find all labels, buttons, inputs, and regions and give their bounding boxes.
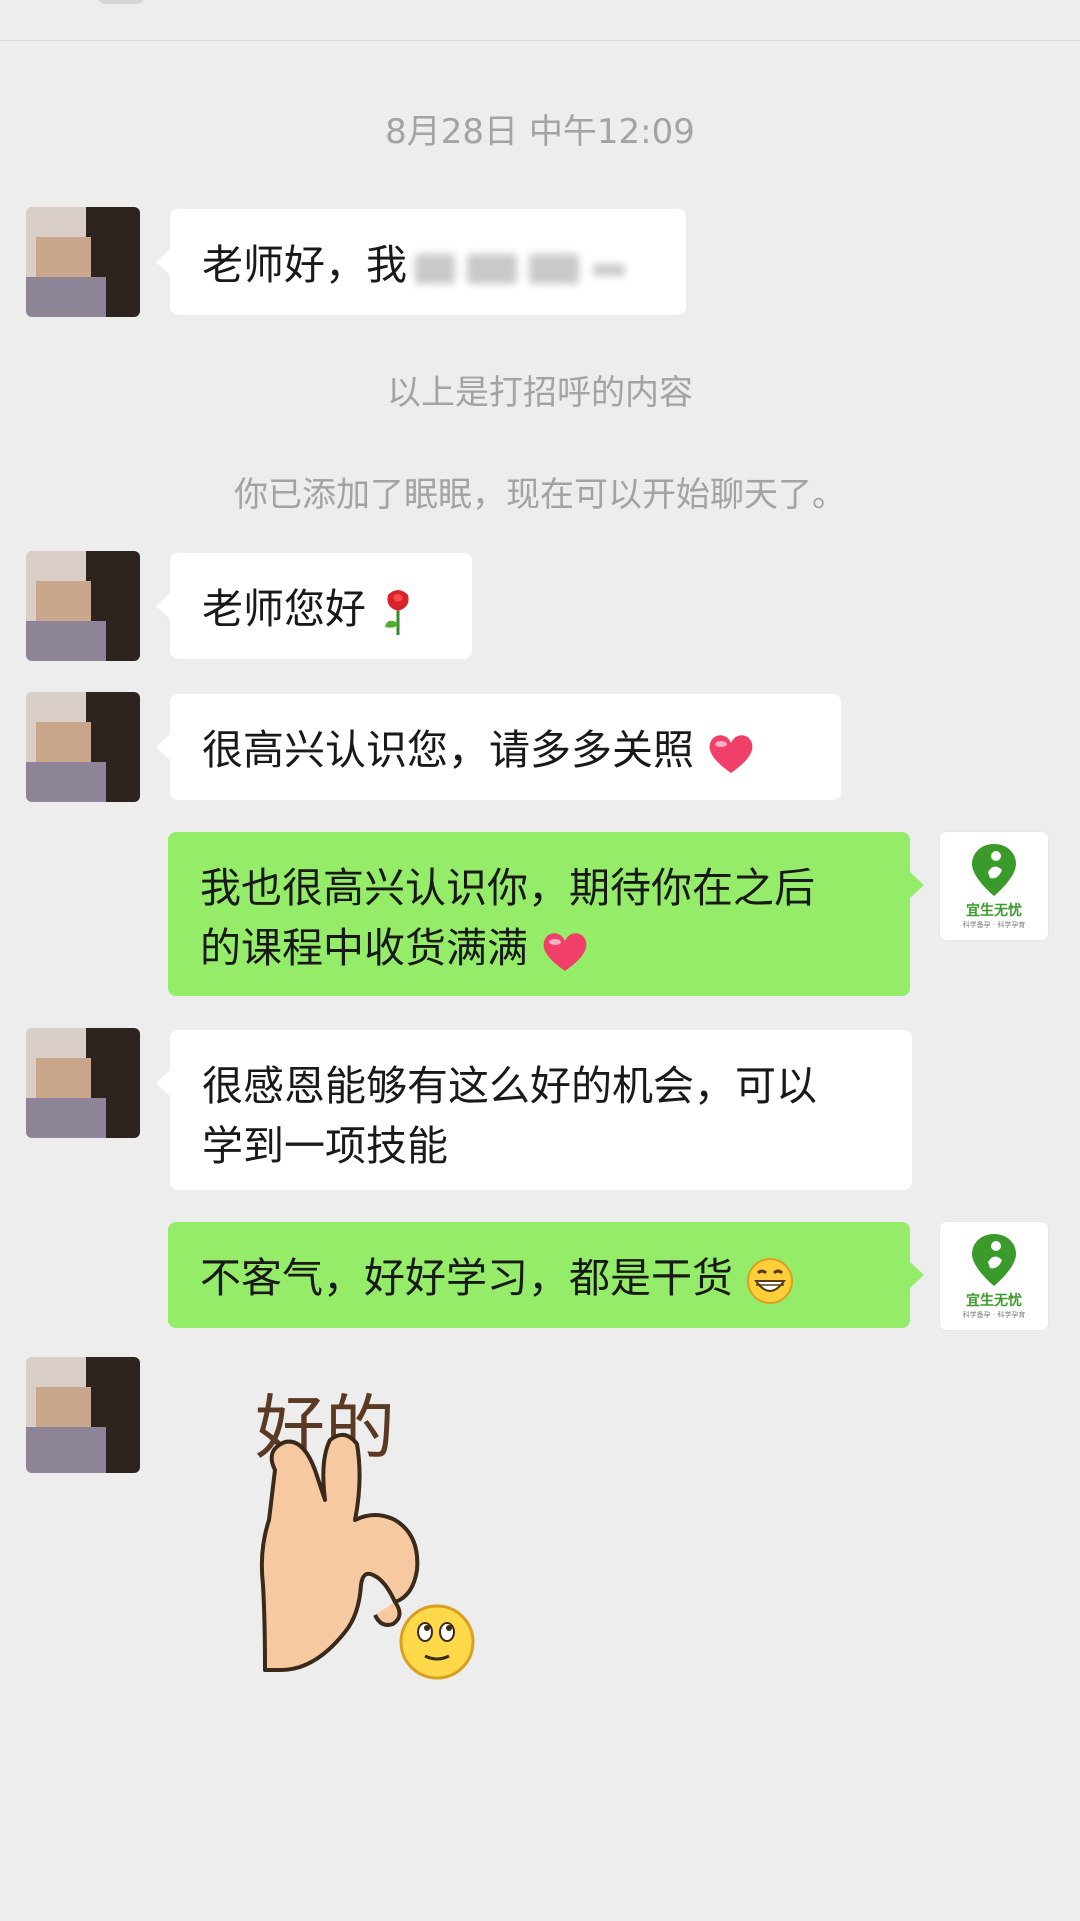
brand-tagline: 科学备孕 · 科学孕育	[962, 1311, 1026, 1319]
system-note-greeting: 以上是打招呼的内容	[387, 373, 693, 413]
redacted-name	[407, 248, 631, 288]
self-avatar[interactable]: 宜生无忧 科学备孕 · 科学孕育	[940, 832, 1048, 940]
brand-logo-icon	[972, 844, 1016, 896]
brand-tagline: 科学备孕 · 科学孕育	[962, 921, 1026, 929]
contact-avatar[interactable]	[26, 551, 140, 661]
self-avatar[interactable]: 宜生无忧 科学备孕 · 科学孕育	[940, 1222, 1048, 1330]
message-bubble-outgoing[interactable]: 我也很高兴认识你，期待你在之后 的课程中收货满满	[168, 832, 924, 996]
chat-timestamp: 8月28日 中午12:09	[385, 112, 695, 152]
ok-hand-sticker[interactable]	[245, 1370, 495, 1690]
top-bar-handle	[98, 0, 144, 4]
message-text: 老师好，我	[202, 241, 407, 289]
brand-name: 宜生无忧	[966, 903, 1022, 919]
heart-icon	[709, 735, 753, 773]
contact-avatar[interactable]	[26, 692, 140, 802]
message-text: 很高兴认识您，请多多关照	[202, 726, 694, 774]
brand-logo-icon	[972, 1234, 1016, 1286]
message-bubble-incoming[interactable]: 老师您好	[156, 553, 472, 659]
message-text-line-2: 的课程中收货满满	[200, 924, 528, 972]
contact-avatar[interactable]	[26, 1028, 140, 1138]
message-bubble-incoming[interactable]: 很高兴认识您，请多多关照	[156, 694, 841, 800]
grin-emoji-icon	[747, 1258, 794, 1304]
message-bubble-incoming[interactable]: 老师好，我	[156, 209, 686, 315]
message-bubble-incoming[interactable]: 很感恩能够有这么好的机会，可以 学到一项技能	[156, 1030, 912, 1190]
rose-icon	[385, 590, 409, 635]
message-text-line-2: 学到一项技能	[202, 1122, 448, 1170]
system-note-added: 你已添加了眠眠，现在可以开始聊天了。	[234, 475, 846, 515]
message-text: 不客气，好好学习，都是干货	[200, 1254, 733, 1302]
message-text: 老师您好	[202, 585, 366, 633]
contact-avatar[interactable]	[26, 207, 140, 317]
message-text-line-1: 我也很高兴认识你，期待你在之后	[200, 864, 815, 912]
contact-avatar[interactable]	[26, 1357, 140, 1473]
top-bar	[0, 0, 1080, 41]
brand-name: 宜生无忧	[966, 1293, 1022, 1309]
heart-icon	[543, 933, 587, 971]
message-text-line-1: 很感恩能够有这么好的机会，可以	[202, 1062, 817, 1110]
message-bubble-outgoing[interactable]: 不客气，好好学习，都是干货	[168, 1222, 924, 1328]
